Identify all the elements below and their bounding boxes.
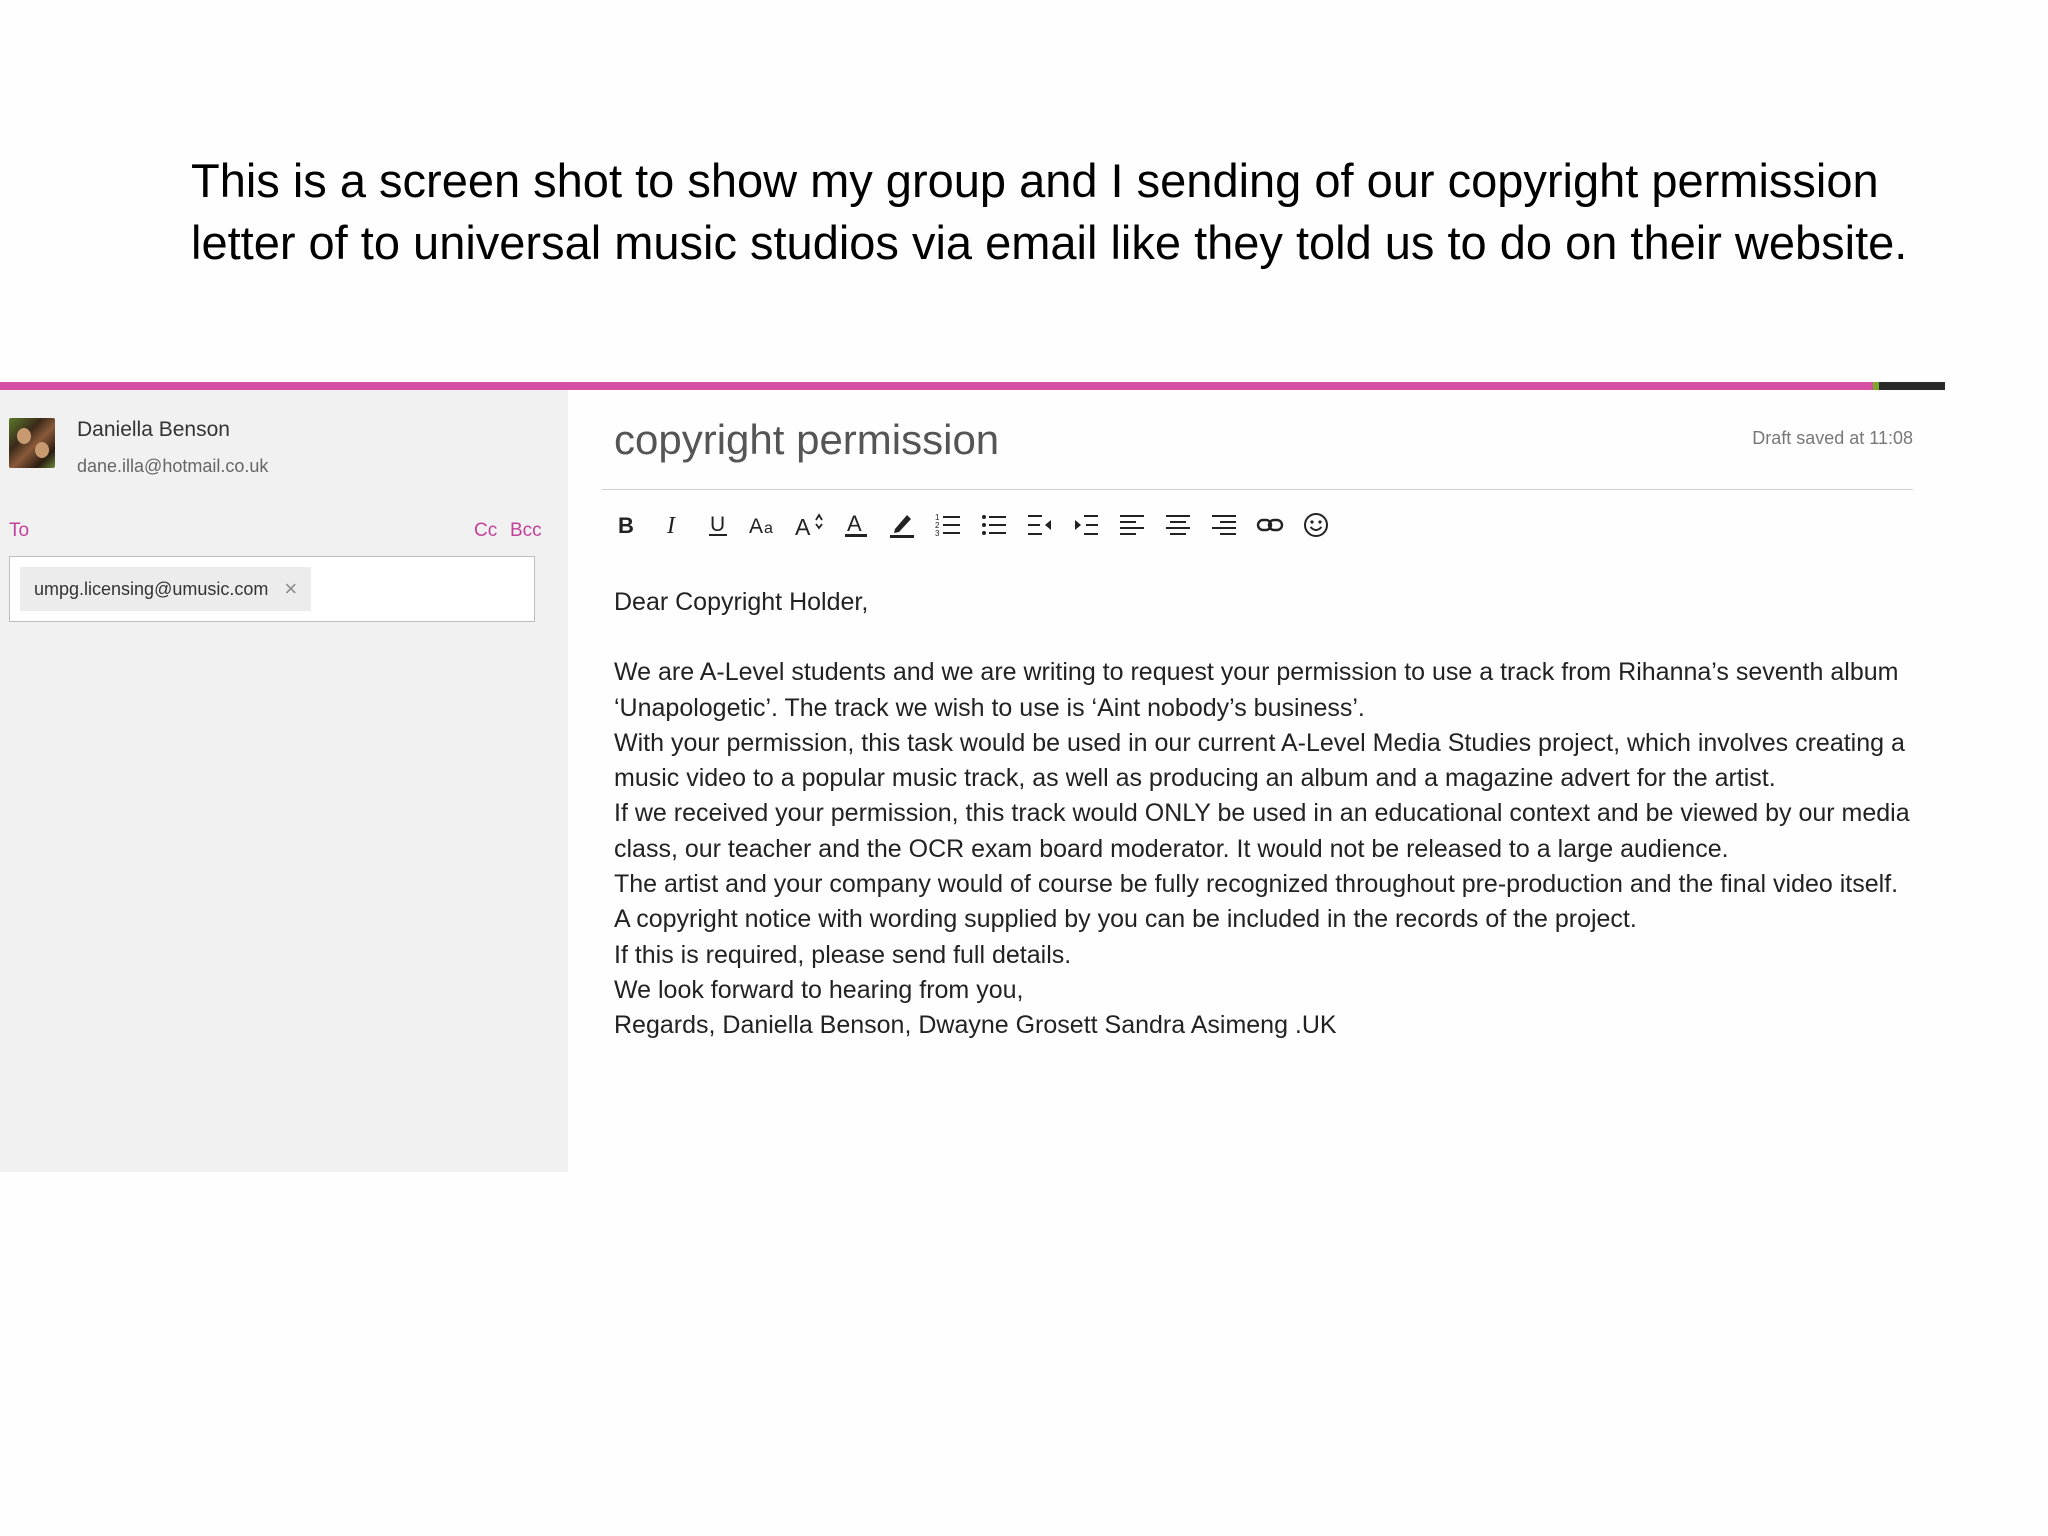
cc-button[interactable]: Cc xyxy=(474,520,497,542)
align-center-icon[interactable] xyxy=(1162,508,1194,542)
bcc-button[interactable]: Bcc xyxy=(510,520,542,542)
body-signature: Regards, Daniella Benson, Dwayne Grosett… xyxy=(614,1011,1337,1040)
font-size-icon[interactable]: Aa xyxy=(748,508,780,542)
avatar xyxy=(9,418,55,468)
svg-text:a: a xyxy=(764,520,773,537)
remove-recipient-icon[interactable]: × xyxy=(284,576,297,602)
italic-icon[interactable]: I xyxy=(656,508,688,542)
svg-text:B: B xyxy=(618,513,634,537)
grow-font-icon[interactable]: A xyxy=(794,508,826,542)
draft-status: Draft saved at 11:08 xyxy=(1752,428,1913,448)
body-paragraph: If we received your permission, this tra… xyxy=(614,799,1910,863)
numbered-list-icon[interactable]: 123 xyxy=(932,508,964,542)
svg-text:U: U xyxy=(710,513,725,536)
svg-text:A: A xyxy=(749,515,763,537)
formatting-toolbar: B I U Aa A A 123 xyxy=(610,508,1332,542)
body-paragraph: With your permission, this task would be… xyxy=(614,728,1905,793)
svg-text:I: I xyxy=(666,513,676,537)
body-paragraph: We are A-Level students and we are writi… xyxy=(614,658,1899,722)
highlight-icon[interactable] xyxy=(886,508,918,542)
bulleted-list-icon[interactable] xyxy=(978,508,1010,542)
font-color-icon[interactable]: A xyxy=(840,508,872,542)
sender-name: Daniella Benson xyxy=(77,418,230,441)
compose-sidebar: Daniella Benson dane.illa@hotmail.co.uk … xyxy=(0,390,568,1172)
to-label: To xyxy=(9,520,30,541)
message-body[interactable]: Dear Copyright Holder, We are A-Level st… xyxy=(614,585,1914,1044)
link-icon[interactable] xyxy=(1254,508,1286,542)
body-paragraph: We look forward to hearing from you, xyxy=(614,975,1024,1004)
divider xyxy=(602,489,1913,490)
body-greeting: Dear Copyright Holder, xyxy=(614,588,869,616)
app-accent-bar xyxy=(0,382,1945,390)
align-left-icon[interactable] xyxy=(1116,508,1148,542)
subject-field[interactable]: copyright permission xyxy=(614,416,999,464)
sender-email: dane.illa@hotmail.co.uk xyxy=(77,456,269,476)
underline-icon[interactable]: U xyxy=(702,508,734,542)
svg-text:A: A xyxy=(795,514,811,538)
svg-text:3: 3 xyxy=(935,529,940,538)
body-paragraph: The artist and your company would of cou… xyxy=(614,870,1899,934)
recipient-chip[interactable]: umpg.licensing@umusic.com × xyxy=(20,567,312,611)
bold-icon[interactable]: B xyxy=(610,508,642,542)
decrease-indent-icon[interactable] xyxy=(1024,508,1056,542)
slide-caption: This is a screen shot to show my group a… xyxy=(191,154,1908,269)
compose-pane: copyright permission Draft saved at 11:0… xyxy=(568,390,1945,1172)
recipient-address: umpg.licensing@umusic.com xyxy=(34,578,269,599)
svg-text:A: A xyxy=(847,511,862,536)
to-field[interactable]: umpg.licensing@umusic.com × xyxy=(9,556,535,622)
emoji-icon[interactable] xyxy=(1300,508,1332,542)
body-paragraph: If this is required, please send full de… xyxy=(614,940,1072,969)
increase-indent-icon[interactable] xyxy=(1070,508,1102,542)
align-right-icon[interactable] xyxy=(1208,508,1240,542)
